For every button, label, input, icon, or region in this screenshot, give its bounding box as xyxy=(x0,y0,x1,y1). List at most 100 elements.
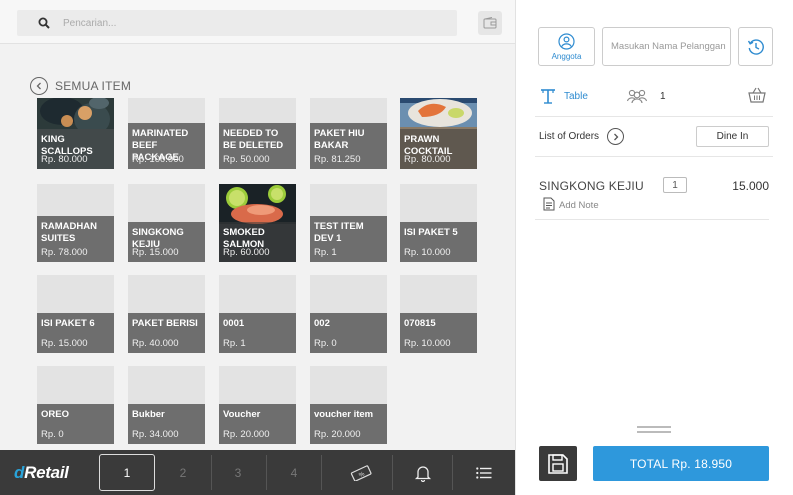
menu-item-tile[interactable]: SINGKONG KEJIU Rp. 15.000 xyxy=(128,184,205,262)
menu-item-name: ISI PAKET 5 xyxy=(404,227,458,238)
total-pay-button[interactable]: TOTAL Rp. 18.950 xyxy=(593,446,769,481)
voucher-button[interactable]: % xyxy=(345,450,377,495)
save-order-button[interactable] xyxy=(539,446,577,481)
table-label[interactable]: Table xyxy=(564,91,588,102)
menu-item-caption: ISI PAKET 5 Rp. 10.000 xyxy=(400,222,477,262)
menu-item-tile[interactable]: MARINATED BEEF PACKAGE Rp. 100.000 xyxy=(128,98,205,169)
search-icon xyxy=(35,14,53,32)
search-box[interactable] xyxy=(17,10,457,36)
member-icon xyxy=(558,32,575,50)
divider xyxy=(535,156,773,157)
menu-item-caption: Voucher Rp. 20.000 xyxy=(219,404,296,444)
history-button[interactable] xyxy=(738,27,773,66)
menu-item-tile[interactable]: RAMADHAN SUITES Rp. 78.000 xyxy=(37,184,114,262)
menu-item-tile[interactable]: PAKET BERISI Rp. 40.000 xyxy=(128,275,205,353)
table-icon[interactable] xyxy=(540,88,556,109)
category-back[interactable]: SEMUA ITEM xyxy=(30,77,131,95)
menu-item-name: 070815 xyxy=(404,318,436,329)
menu-item-tile[interactable]: PRAWN COCKTAIL Rp. 80.000 xyxy=(400,98,477,169)
menu-item-price: Rp. 20.000 xyxy=(314,429,361,440)
drag-handle[interactable] xyxy=(637,431,671,433)
menu-item-caption: SINGKONG KEJIU Rp. 15.000 xyxy=(128,222,205,262)
item-grid: KING SCALLOPS Rp. 80.000 MARINATED BEEF PA… xyxy=(0,98,515,450)
menu-item-tile[interactable]: OREO Rp. 0 xyxy=(37,366,114,444)
menu-item-tile[interactable]: NEEDED TO BE DELETED Rp. 50.000 xyxy=(219,98,296,169)
menu-icon xyxy=(476,466,492,479)
menu-item-caption: NEEDED TO BE DELETED Rp. 50.000 xyxy=(219,123,296,169)
order-item-name: SINGKONG KEJIU xyxy=(539,179,644,193)
orders-label: List of Orders xyxy=(539,131,600,142)
menu-item-caption: voucher item Rp. 20.000 xyxy=(310,404,387,444)
wallet-icon xyxy=(483,17,497,29)
menu-item-caption: 0001 Rp. 1 xyxy=(219,313,296,353)
menu-item-price: Rp. 1 xyxy=(223,338,246,349)
order-pane xyxy=(515,0,793,495)
add-note-link[interactable]: Add Note xyxy=(559,200,599,211)
notification-button[interactable] xyxy=(410,450,436,495)
svg-text:%: % xyxy=(358,471,366,479)
menu-item-tile[interactable]: ISI PAKET 5 Rp. 10.000 xyxy=(400,184,477,262)
page-button-3[interactable]: 3 xyxy=(215,450,261,495)
menu-item-caption: TEST ITEM DEV 1 Rp. 1 xyxy=(310,216,387,262)
menu-item-name: ISI PAKET 6 xyxy=(41,318,95,329)
menu-item-tile[interactable]: 002 Rp. 0 xyxy=(310,275,387,353)
menu-item-name: RAMADHAN SUITES xyxy=(41,221,97,244)
wallet-button[interactable] xyxy=(478,11,502,35)
category-title: SEMUA ITEM xyxy=(55,79,132,93)
page-button-2[interactable]: 2 xyxy=(160,450,206,495)
order-item-qty[interactable]: 1 xyxy=(663,177,687,193)
menu-item-name: voucher item xyxy=(314,409,374,420)
menu-item-name: TEST ITEM DEV 1 xyxy=(314,221,364,244)
menu-button[interactable] xyxy=(470,450,498,495)
menu-item-price: Rp. 0 xyxy=(41,429,64,440)
member-button[interactable]: Anggota xyxy=(538,27,595,66)
orders-arrow-icon[interactable] xyxy=(607,128,624,145)
back-arrow-icon[interactable] xyxy=(30,77,48,95)
menu-item-price: Rp. 15.000 xyxy=(132,247,179,258)
menu-item-caption: 070815 Rp. 10.000 xyxy=(400,313,477,353)
menu-item-price: Rp. 1 xyxy=(314,247,337,258)
menu-item-name: PAKET HIU BAKAR xyxy=(314,128,365,151)
search-input[interactable] xyxy=(63,17,423,29)
history-icon xyxy=(747,38,764,55)
page-button-4[interactable]: 4 xyxy=(271,450,317,495)
menu-item-tile[interactable]: KING SCALLOPS Rp. 80.000 xyxy=(37,98,114,169)
table-row: Table 1 xyxy=(538,84,770,110)
menu-item-price: Rp. 15.000 xyxy=(41,338,88,349)
menu-item-tile[interactable]: Bukber Rp. 34.000 xyxy=(128,366,205,444)
menu-item-tile[interactable]: ISI PAKET 6 Rp. 15.000 xyxy=(37,275,114,353)
member-label: Anggota xyxy=(551,51,582,61)
order-type-button[interactable]: Dine In xyxy=(696,126,769,147)
menu-item-caption: RAMADHAN SUITES Rp. 78.000 xyxy=(37,216,114,262)
menu-item-caption: SMOKED SALMON Rp. 60.000 xyxy=(219,222,296,262)
menu-item-caption: PRAWN COCKTAIL Rp. 80.000 xyxy=(400,129,477,169)
guests-icon[interactable] xyxy=(626,88,648,109)
top-bar xyxy=(0,0,515,44)
menu-item-tile[interactable]: SMOKED SALMON Rp. 60.000 xyxy=(219,184,296,262)
menu-item-tile[interactable]: PAKET HIU BAKAR Rp. 81.250 xyxy=(310,98,387,169)
basket-icon[interactable] xyxy=(748,87,766,109)
menu-item-name: Voucher xyxy=(223,409,261,420)
note-icon[interactable] xyxy=(543,197,555,216)
menu-item-price: Rp. 10.000 xyxy=(404,247,451,258)
bell-icon xyxy=(414,465,432,482)
menu-item-tile[interactable]: voucher item Rp. 20.000 xyxy=(310,366,387,444)
menu-item-name: PAKET BERISI xyxy=(132,318,198,329)
divider xyxy=(535,219,769,220)
menu-item-name: OREO xyxy=(41,409,69,420)
order-item-price: 15.000 xyxy=(732,179,769,193)
menu-item-tile[interactable]: TEST ITEM DEV 1 Rp. 1 xyxy=(310,184,387,262)
menu-item-caption: OREO Rp. 0 xyxy=(37,404,114,444)
menu-item-caption: PAKET BERISI Rp. 40.000 xyxy=(128,313,205,353)
menu-item-caption: PAKET HIU BAKAR Rp. 81.250 xyxy=(310,123,387,169)
app-logo: dRetail xyxy=(14,463,69,482)
menu-item-tile[interactable]: 070815 Rp. 10.000 xyxy=(400,275,477,353)
drag-handle[interactable] xyxy=(637,426,671,428)
menu-item-tile[interactable]: Voucher Rp. 20.000 xyxy=(219,366,296,444)
page-button-1[interactable]: 1 xyxy=(98,450,156,495)
guest-count: 1 xyxy=(660,91,666,102)
customer-name-input[interactable] xyxy=(602,27,731,66)
menu-item-tile[interactable]: 0001 Rp. 1 xyxy=(219,275,296,353)
menu-item-price: Rp. 20.000 xyxy=(223,429,270,440)
menu-item-name: NEEDED TO BE DELETED xyxy=(223,128,284,151)
